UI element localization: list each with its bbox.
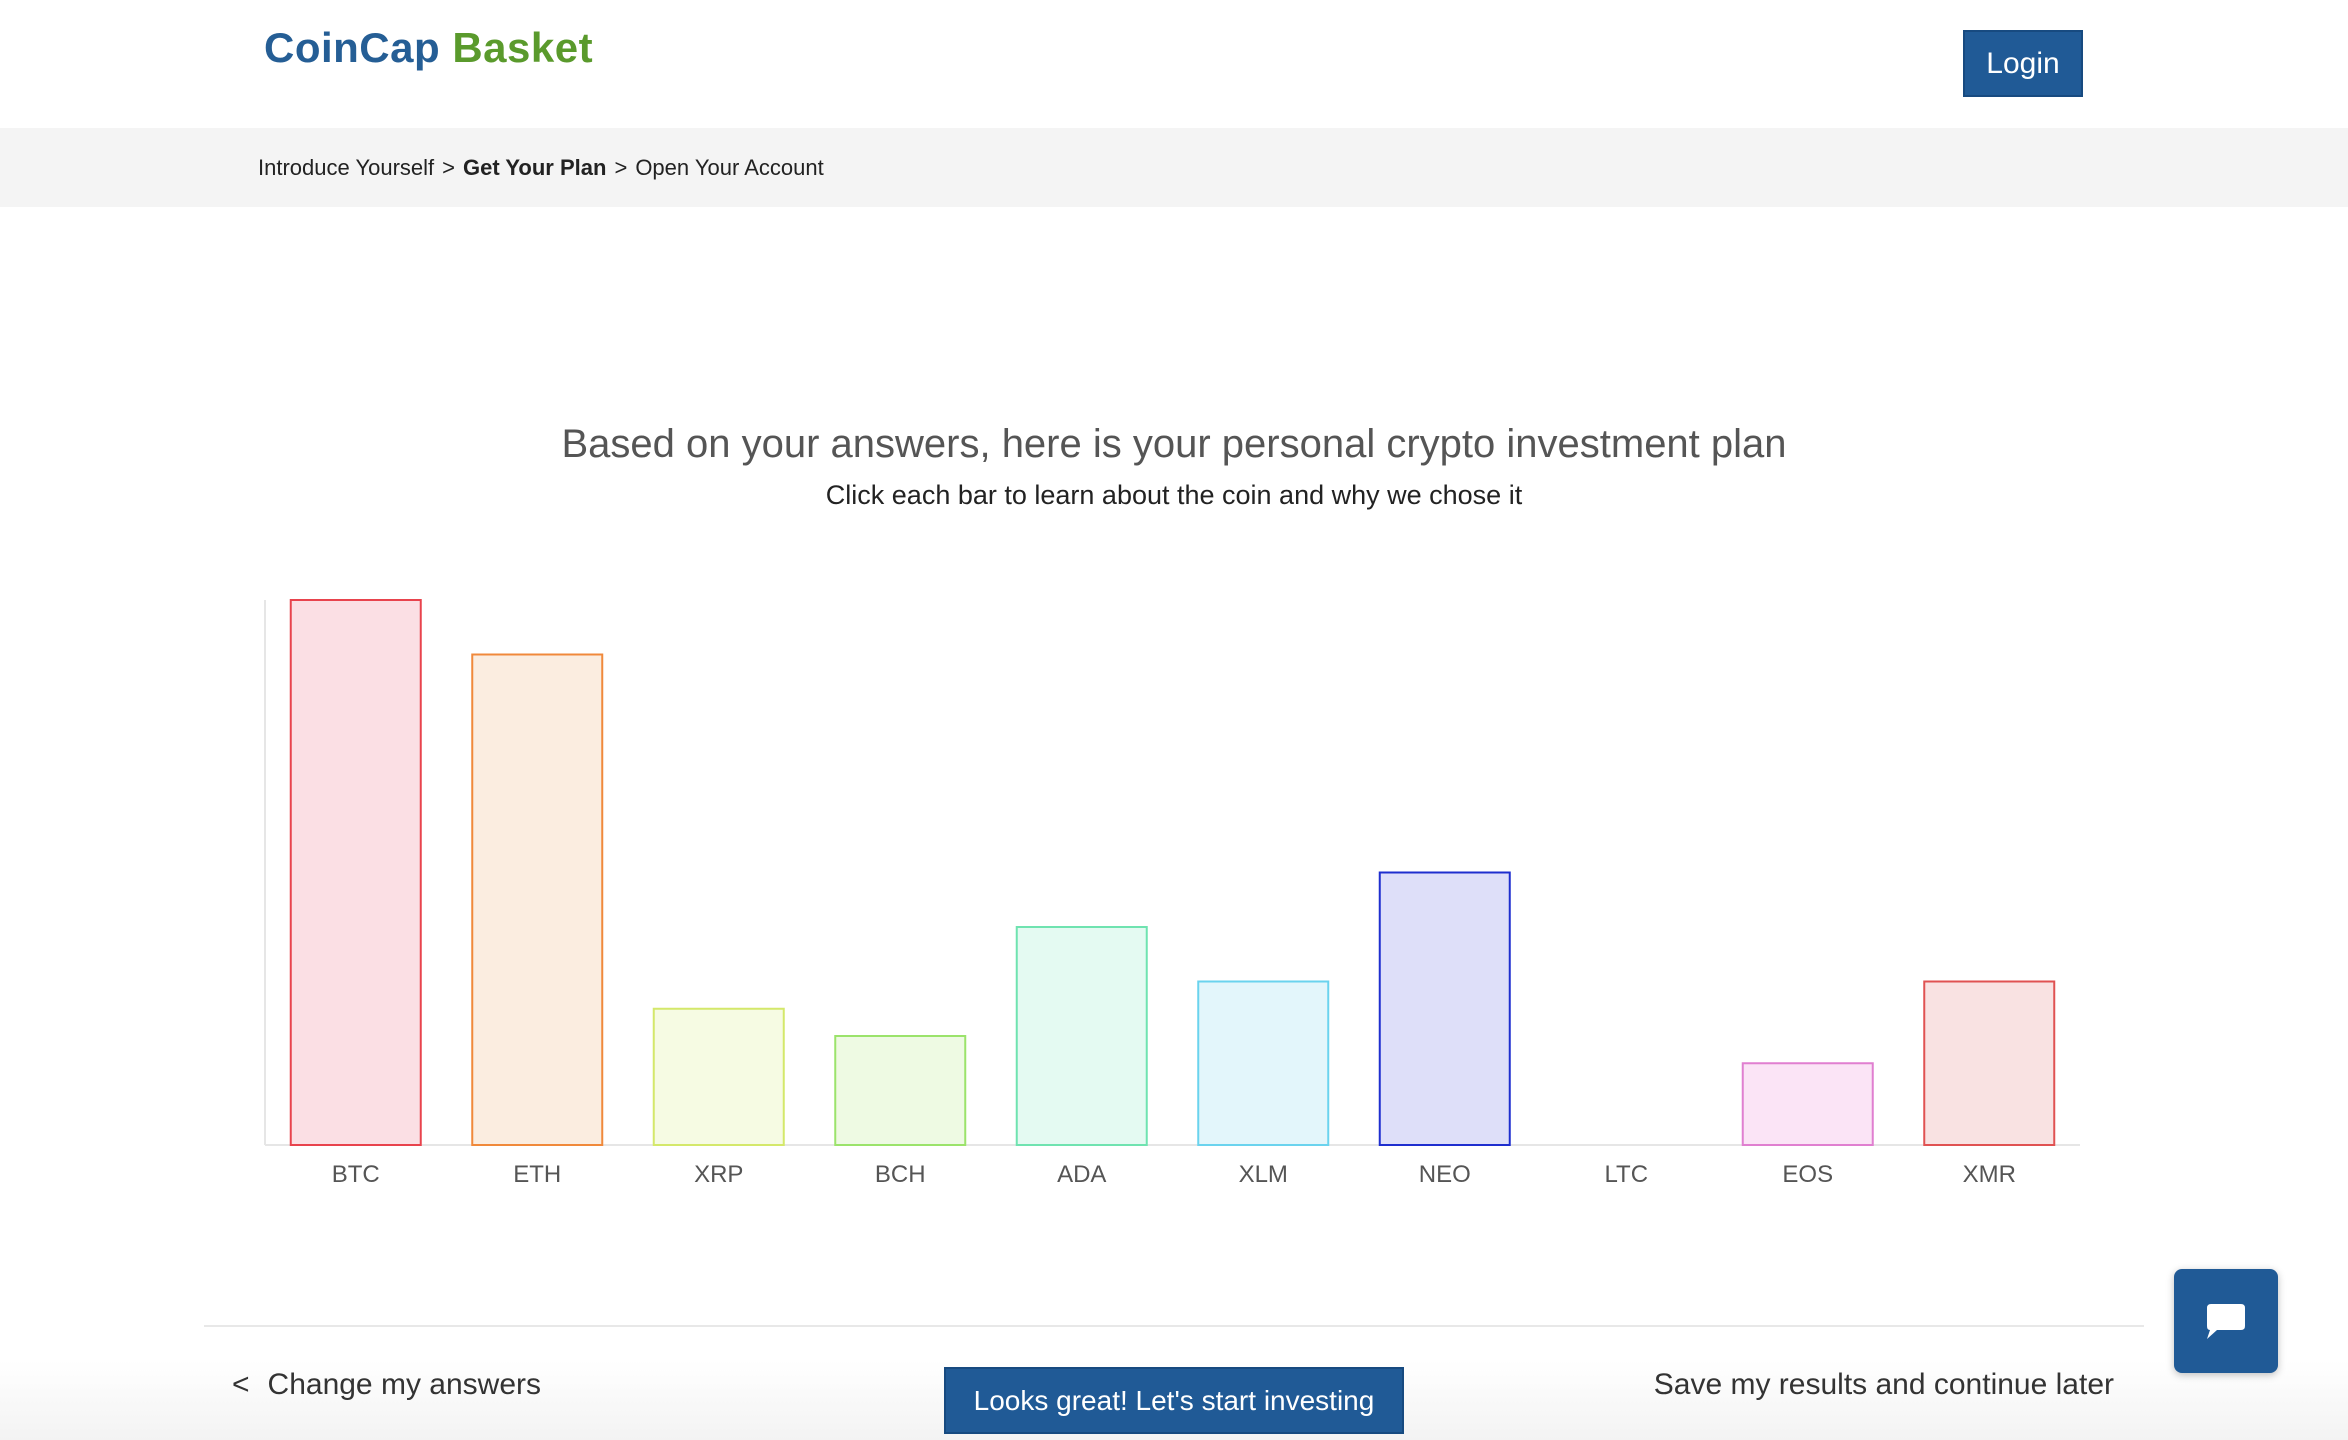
x-tick-label-ada: ADA — [1057, 1161, 1106, 1188]
x-tick-label-ltc: LTC — [1604, 1161, 1648, 1188]
allocation-chart: BTC ETH XRP BCH ADA XLM NEO LTC EOS XMR — [264, 598, 2084, 1208]
breadcrumb-separator: > — [614, 154, 628, 180]
bar-xmr[interactable] — [1923, 980, 2056, 1146]
site-header: CoinCap Basket Login — [0, 0, 2348, 128]
change-answers-label: Change my answers — [267, 1368, 541, 1401]
bar-eos[interactable] — [1741, 1062, 1874, 1146]
bar-xrp[interactable] — [652, 1007, 785, 1146]
chat-widget-button[interactable] — [2174, 1269, 2278, 1373]
page-title: Based on your answers, here is your pers… — [561, 422, 1787, 466]
change-answers-link[interactable]: < Change my answers — [232, 1368, 541, 1402]
x-tick-label-xmr: XMR — [1963, 1161, 2016, 1188]
bar-xlm[interactable] — [1197, 980, 1330, 1146]
breadcrumb: Introduce Yourself > Get Your Plan > Ope… — [258, 128, 824, 207]
breadcrumb-step-account: Open Your Account — [635, 154, 824, 180]
breadcrumb-step-introduce: Introduce Yourself — [258, 154, 435, 180]
save-results-link[interactable]: Save my results and continue later — [1654, 1368, 2114, 1402]
brand-logo[interactable]: CoinCap Basket — [264, 24, 593, 72]
footer-divider — [204, 1325, 2144, 1327]
brand-name-part1: CoinCap — [264, 24, 441, 71]
bar-btc[interactable] — [289, 599, 422, 1146]
chevron-left-icon: < — [232, 1368, 250, 1401]
breadcrumb-separator: > — [442, 154, 455, 180]
x-tick-label-bch: BCH — [875, 1161, 926, 1188]
chat-bubble-icon — [2207, 1304, 2245, 1339]
page-subtitle: Click each bar to learn about the coin a… — [825, 480, 1523, 510]
x-tick-label-xrp: XRP — [694, 1161, 743, 1188]
x-tick-label-xlm: XLM — [1239, 1161, 1288, 1188]
bar-chart-svg: BTC ETH XRP BCH ADA XLM NEO LTC EOS XMR — [264, 599, 2080, 1188]
brand-name-part2: Basket — [452, 24, 594, 71]
breadcrumb-step-plan: Get Your Plan — [463, 154, 607, 180]
login-button[interactable]: Login — [1963, 30, 2083, 97]
bar-eth[interactable] — [471, 653, 604, 1146]
x-tick-label-btc: BTC — [332, 1161, 380, 1188]
bar-neo[interactable] — [1378, 871, 1511, 1146]
start-investing-button[interactable]: Looks great! Let's start investing — [944, 1367, 1404, 1434]
x-tick-label-neo: NEO — [1419, 1161, 1471, 1188]
x-tick-label-eth: ETH — [513, 1161, 561, 1188]
bar-bch[interactable] — [834, 1035, 967, 1146]
x-tick-label-eos: EOS — [1782, 1161, 1833, 1188]
bar-ada[interactable] — [1015, 926, 1148, 1146]
breadcrumb-bar: Introduce Yourself > Get Your Plan > Ope… — [0, 128, 2348, 207]
